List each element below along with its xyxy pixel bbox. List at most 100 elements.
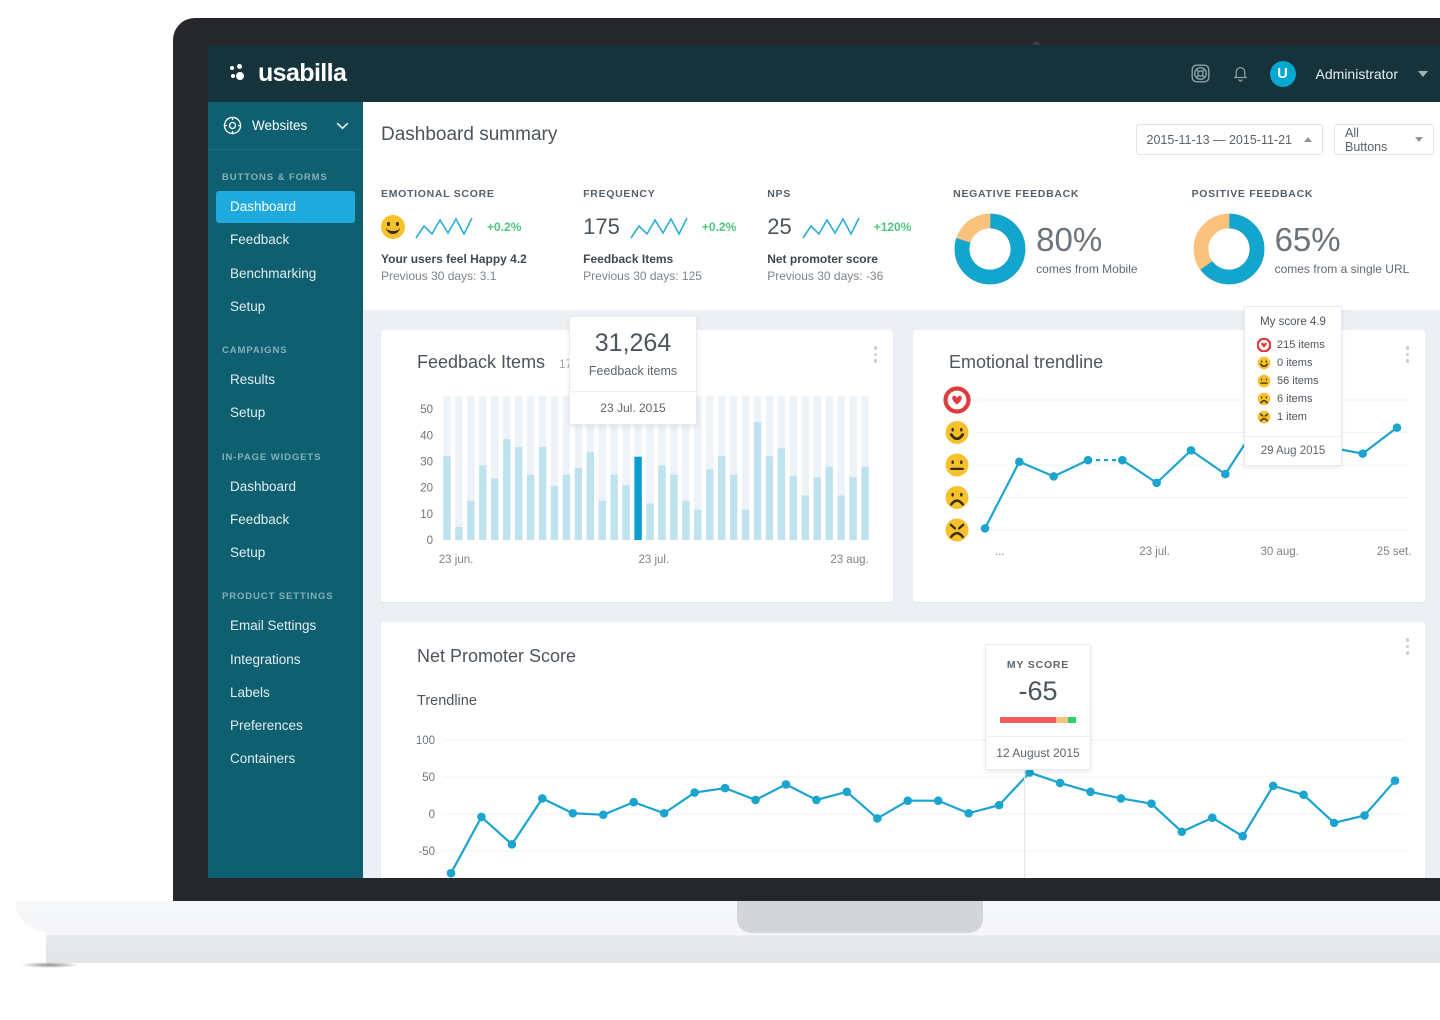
tooltip-row: 6 items	[1257, 392, 1341, 406]
card-menu-button[interactable]	[1405, 638, 1409, 655]
bar	[670, 474, 678, 540]
data-point	[1207, 813, 1217, 822]
bar	[598, 500, 606, 540]
bar	[777, 448, 786, 540]
date-range-picker[interactable]: 2015-11-13 — 2015-11-21	[1135, 124, 1323, 155]
bar	[455, 526, 463, 540]
sidebar-item-setup[interactable]: Setup	[216, 397, 355, 429]
kpi-nps: NPS 25 +120% Net promoter score Previous…	[767, 188, 953, 286]
y-axis-tick: 50	[422, 772, 435, 784]
button-filter-value: All Buttons	[1345, 125, 1388, 154]
chevron-down-icon[interactable]	[1418, 70, 1428, 77]
heart-icon	[1257, 338, 1271, 352]
card-title: Feedback Items	[417, 352, 546, 372]
donut-chart-positive	[1193, 213, 1264, 285]
kpi-frequency: FREQUENCY 175 +0.2% Feedback Items Previ…	[583, 188, 767, 286]
nps-tooltip: MY SCORE -65 12 August 2015	[985, 644, 1091, 770]
laptop-base	[16, 901, 1440, 963]
data-point	[1118, 455, 1127, 465]
nps-trendline-chart: 100 50 0 -50	[416, 735, 1405, 878]
sidebar-item-containers[interactable]: Containers	[216, 743, 355, 775]
sidebar-item-setup[interactable]: Setup	[216, 537, 355, 569]
bar	[562, 474, 571, 540]
site-switcher[interactable]: Websites	[208, 102, 363, 150]
bar	[694, 509, 702, 540]
tooltip-label: MY SCORE	[1006, 659, 1070, 671]
donut-caption: comes from Mobile	[1036, 261, 1138, 276]
bar-chart-tooltip: 31,264 Feedback items 23 Jul. 2015	[569, 316, 697, 425]
x-axis-tick: ...	[995, 546, 1005, 558]
tooltip-row-text: 1 item	[1277, 411, 1307, 423]
sidebar-item-integrations[interactable]: Integrations	[216, 644, 355, 676]
data-point	[477, 812, 486, 822]
bar	[622, 485, 630, 540]
bar	[526, 474, 535, 540]
card-menu-button[interactable]	[1405, 346, 1409, 363]
sidebar-item-labels[interactable]: Labels	[216, 677, 355, 709]
card-emotional-trendline: Emotional trendline ... 23 jul. 30 aug. 25 …	[913, 306, 1425, 602]
bar-background	[455, 396, 463, 540]
x-axis-tick: 23 jul.	[1139, 546, 1170, 558]
data-point	[873, 814, 882, 823]
kpi-row: EMOTIONAL SCORE +0.2% Your users feel Ha…	[363, 188, 1440, 310]
avatar[interactable]: U	[1269, 60, 1296, 87]
kpi-delta: +0.2%	[701, 220, 737, 234]
y-axis-tick: 30	[420, 456, 433, 468]
data-point	[629, 797, 639, 807]
line-segment	[1362, 426, 1398, 455]
sidebar-item-email-settings[interactable]: Email Settings	[216, 610, 355, 642]
sidebar-item-preferences[interactable]: Preferences	[216, 710, 355, 742]
bar	[467, 500, 475, 540]
date-range-value: 2015-11-13 — 2015-11-21	[1146, 132, 1292, 147]
line-segment	[1190, 449, 1226, 476]
sidebar-item-benchmarking[interactable]: Benchmarking	[216, 258, 355, 290]
score-bar-segment	[1068, 717, 1076, 723]
kpi-label: NEGATIVE FEEDBACK	[953, 188, 1080, 200]
top-bar: usabilla U Administrator	[208, 45, 1440, 102]
sidebar-item-dashboard[interactable]: Dashboard	[216, 471, 355, 503]
sidebar-item-feedback[interactable]: Feedback	[216, 224, 355, 256]
data-point	[1392, 423, 1402, 432]
data-point	[1360, 811, 1369, 820]
kpi-label: NPS	[767, 188, 791, 200]
data-point	[1358, 449, 1367, 458]
kpi-emotional-score: EMOTIONAL SCORE +0.2% Your users feel Ha…	[381, 188, 583, 286]
tooltip-row-text: 0 items	[1277, 357, 1313, 369]
sparkline	[415, 217, 473, 239]
bar	[753, 422, 762, 540]
card-net-promoter-score: Net Promoter Score Trendline 100 50 0 -50 M…	[381, 622, 1425, 878]
data-point	[1147, 799, 1156, 808]
bar	[443, 456, 451, 540]
bar	[538, 447, 547, 540]
user-name[interactable]: Administrator	[1316, 66, 1398, 82]
kpi-sub: Feedback Items	[583, 252, 674, 266]
bar	[861, 466, 869, 540]
data-point	[1015, 457, 1024, 467]
bell-icon[interactable]	[1231, 63, 1250, 84]
smiley-sad-icon	[1257, 392, 1271, 406]
kpi-value: 175	[583, 214, 620, 239]
kpi-label: EMOTIONAL SCORE	[381, 188, 495, 200]
bar	[514, 447, 523, 540]
sidebar-item-setup[interactable]: Setup	[216, 291, 355, 323]
brand-logo[interactable]: usabilla	[230, 59, 347, 88]
smiley-angry-icon	[1257, 410, 1271, 424]
bar	[789, 475, 798, 540]
chevron-down-icon	[336, 117, 349, 135]
sidebar-item-feedback[interactable]: Feedback	[216, 504, 355, 536]
kpi-previous: Previous 30 days: 3.1	[381, 269, 497, 283]
x-axis-tick: 23 aug.	[830, 554, 868, 566]
card-menu-button[interactable]	[873, 346, 877, 363]
heart-icon	[1257, 338, 1271, 352]
trackpad-notch	[737, 901, 983, 933]
bar-highlighted	[634, 456, 642, 540]
tooltip-row: 0 items	[1257, 356, 1341, 370]
sidebar-item-dashboard[interactable]: Dashboard	[216, 191, 355, 224]
bar	[586, 452, 595, 540]
lifebuoy-icon[interactable]	[1190, 63, 1211, 84]
data-point	[1086, 787, 1095, 797]
data-point	[598, 810, 608, 820]
sidebar-item-results[interactable]: Results	[216, 364, 355, 396]
kpi-sub: Net promoter score	[767, 252, 878, 266]
button-filter-select[interactable]: All Buttons	[1334, 124, 1434, 155]
